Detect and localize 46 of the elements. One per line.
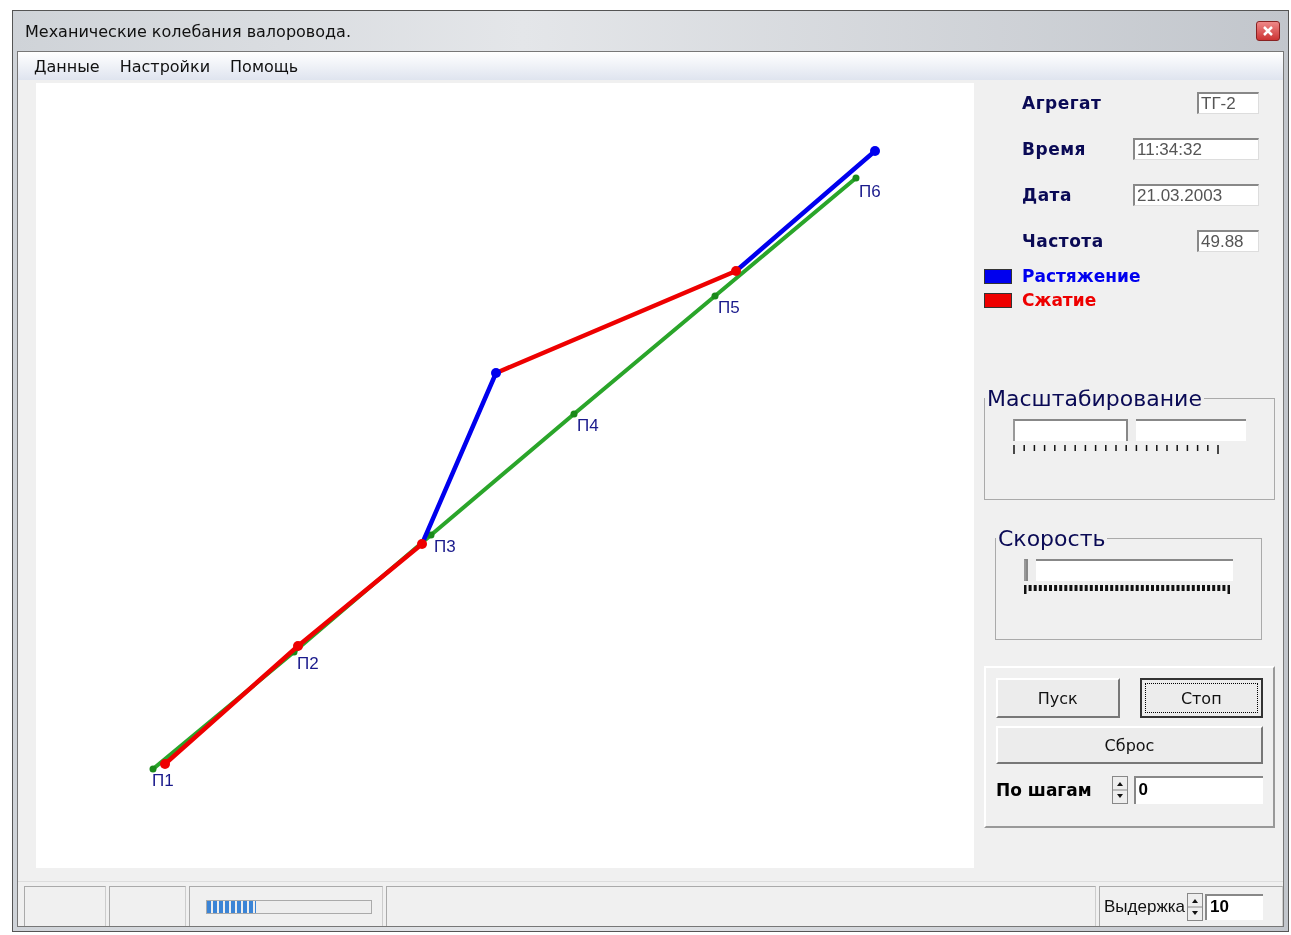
start-button[interactable]: Пуск [996, 678, 1120, 718]
delay-field[interactable]: 10 [1205, 893, 1264, 920]
field-label: Дата [1022, 185, 1073, 205]
point-label: П4 [577, 416, 599, 435]
close-icon [1263, 26, 1273, 36]
menu-item[interactable]: Данные [24, 54, 110, 78]
stop-button[interactable]: Стоп [1139, 678, 1263, 718]
slider[interactable] [1024, 559, 1233, 581]
spin-button[interactable] [1111, 776, 1128, 804]
shaft-point [293, 641, 303, 651]
field-label: Время [1022, 139, 1087, 159]
readonly-field: 21.03.2003 [1133, 184, 1259, 206]
point-label: П1 [152, 771, 174, 790]
field-label: Частота [1022, 231, 1105, 251]
legend-label: Сжатие [1022, 290, 1097, 310]
field-label: Агрегат [1022, 93, 1103, 113]
window-title: Механические колебания валоровода. [25, 21, 351, 41]
menu-item[interactable]: Настройки [109, 54, 221, 78]
steps-label: По шагам [996, 780, 1092, 800]
point-label: П3 [434, 537, 456, 556]
readonly-field: 11:34:32 [1133, 138, 1259, 160]
readonly-field: 49.88 [1197, 230, 1259, 252]
rest-point [852, 174, 860, 182]
shaft-point [417, 539, 427, 549]
steps-field[interactable]: 0 [1133, 776, 1263, 804]
menu-item[interactable]: Помощь [220, 54, 309, 78]
shaft-point [731, 266, 741, 276]
rest-point [570, 410, 578, 418]
slider[interactable] [1013, 419, 1246, 441]
delay-label: Выдержка [1104, 896, 1186, 917]
spin-button[interactable] [1187, 892, 1204, 921]
point-label: П2 [297, 654, 319, 673]
rest-point [427, 531, 435, 539]
rest-point [149, 765, 157, 773]
close-button[interactable] [1256, 21, 1280, 41]
shaft-point [870, 146, 880, 156]
shaft-point [160, 759, 170, 769]
reset-button[interactable]: Сброс [996, 726, 1263, 764]
readonly-field: ТГ-2 [1197, 92, 1259, 114]
group-title: Масштабирование [986, 386, 1203, 411]
rest-point [711, 292, 719, 300]
shaft-point [491, 368, 501, 378]
point-label: П6 [859, 182, 881, 201]
group-title: Скорость [997, 526, 1107, 551]
legend-label: Растяжение [1022, 266, 1141, 286]
point-label: П5 [718, 298, 740, 317]
